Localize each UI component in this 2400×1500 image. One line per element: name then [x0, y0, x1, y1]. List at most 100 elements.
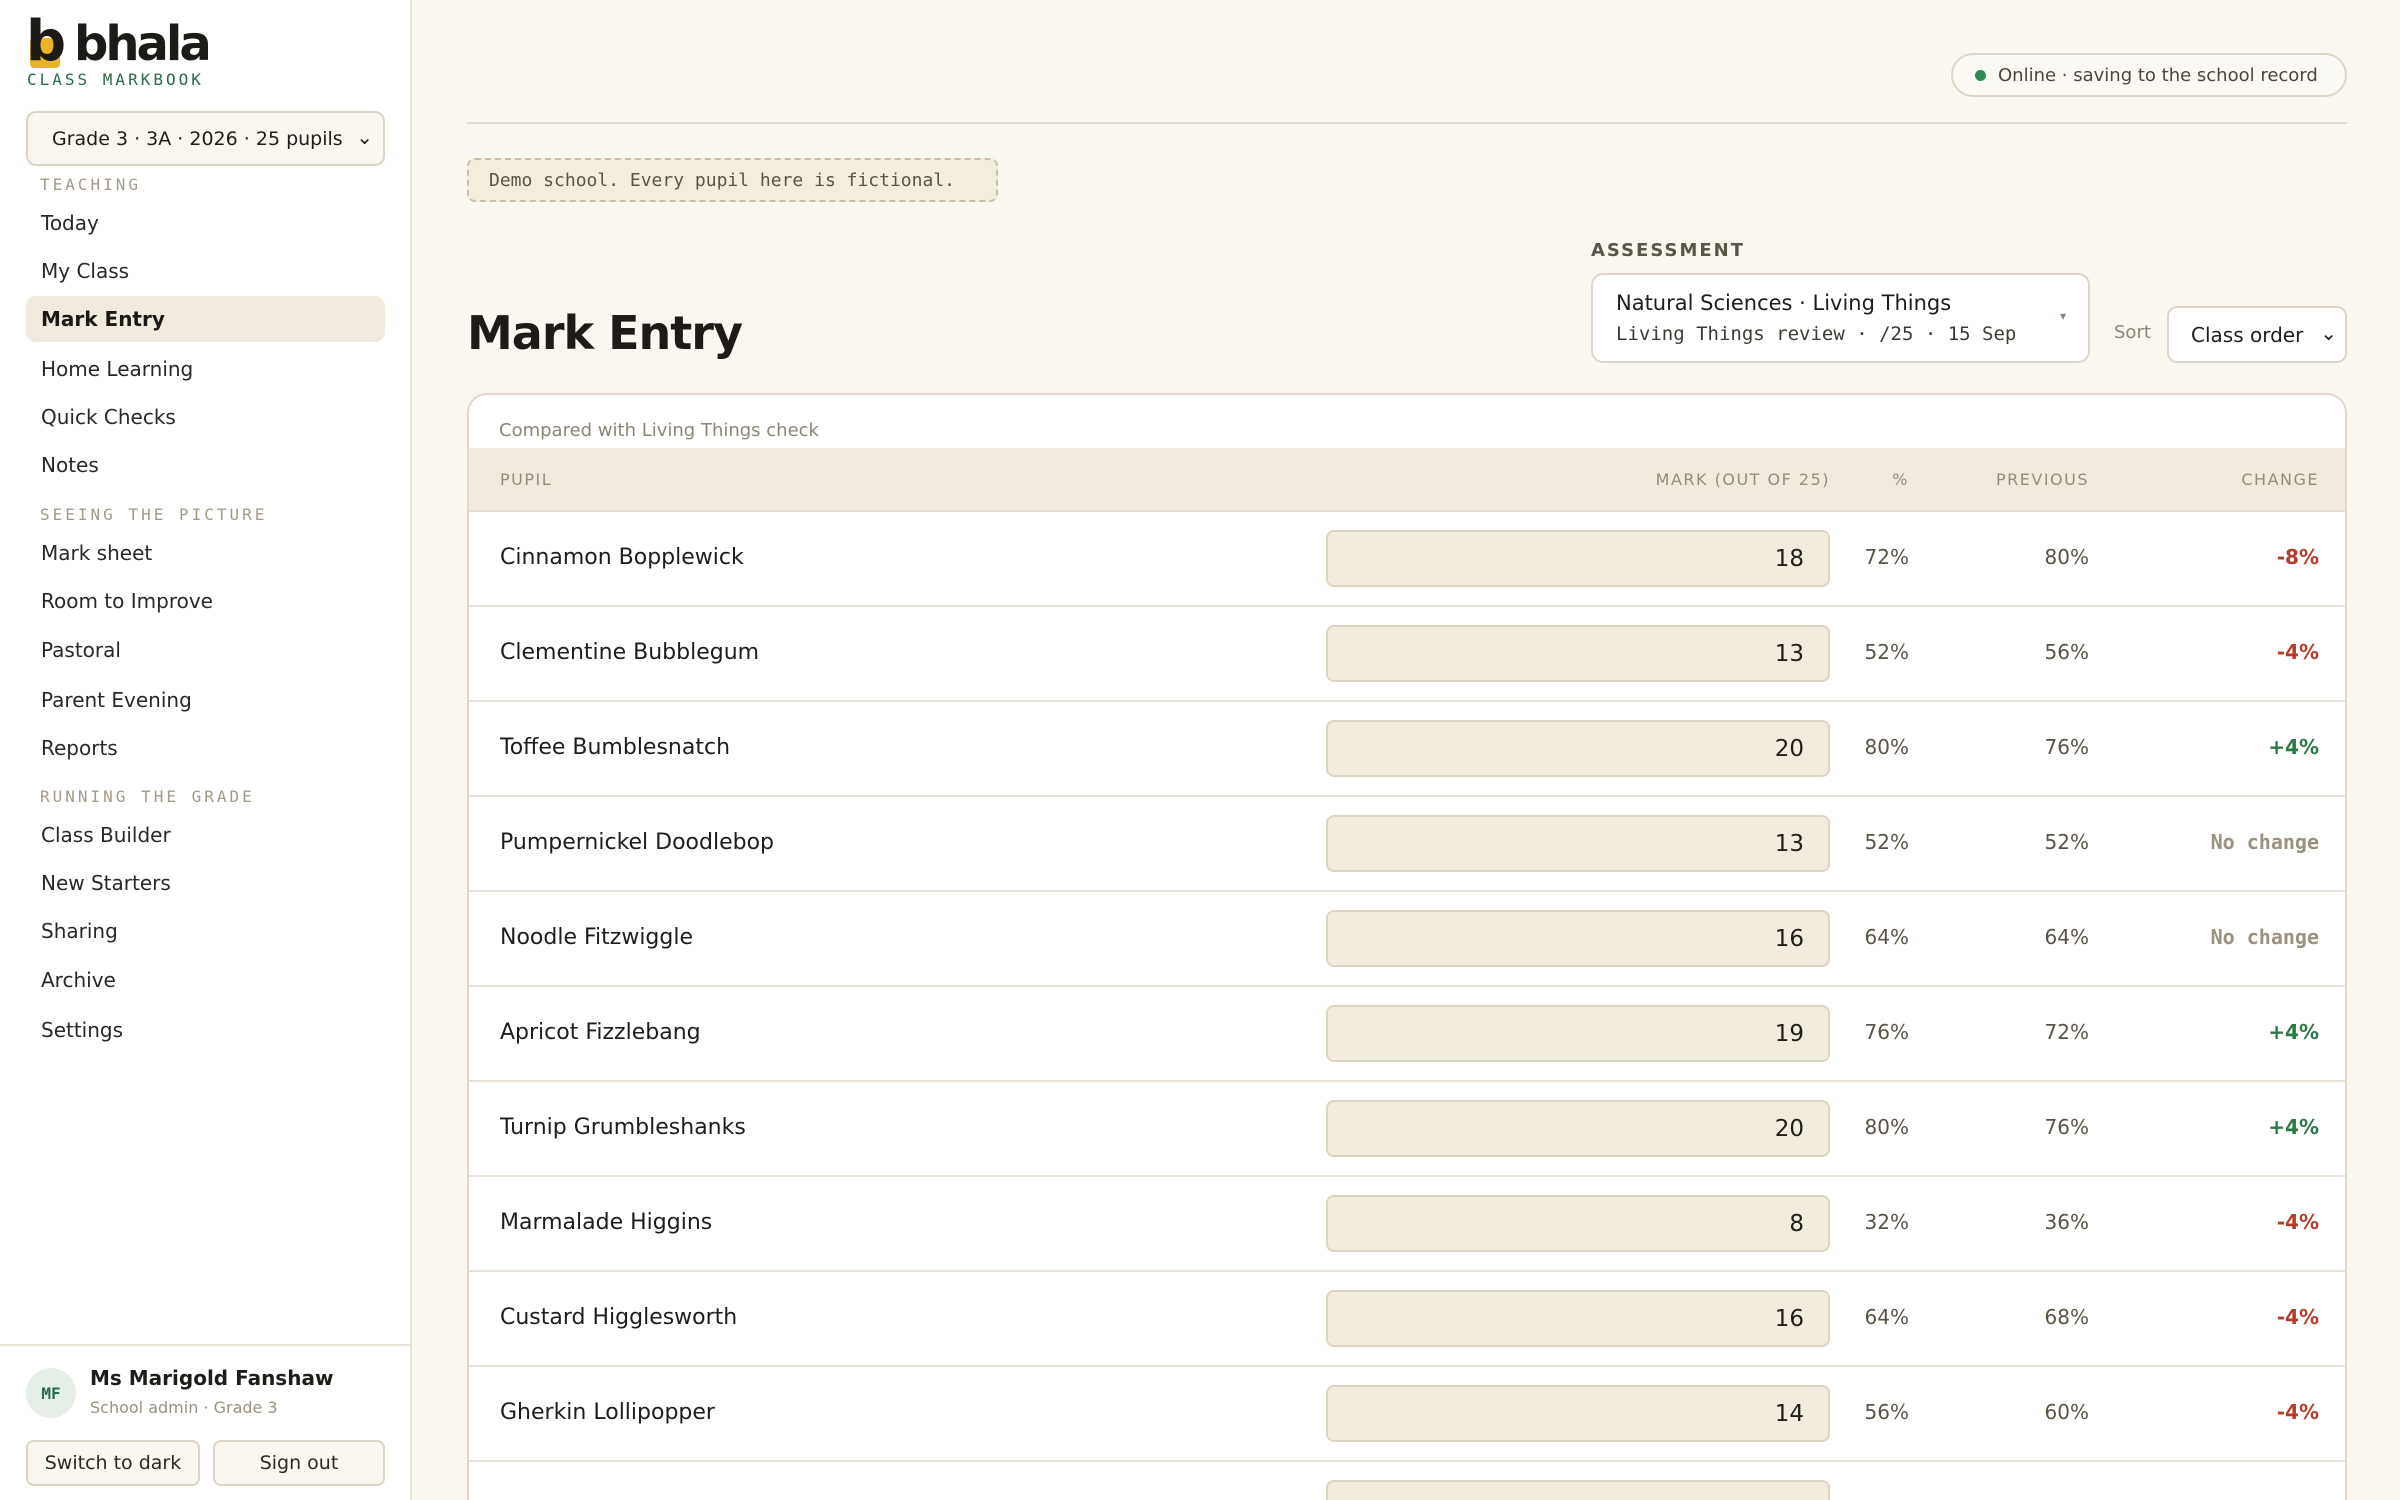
change-value: -4% — [2276, 640, 2319, 664]
header-mark: MARK (OUT OF 25) — [1655, 470, 1830, 489]
connection-status: Online · saving to the school record — [1951, 53, 2347, 97]
header-pct: % — [1892, 470, 1909, 489]
table-header: PUPIL MARK (OUT OF 25) % PREVIOUS CHANGE — [469, 448, 2345, 512]
sort-select[interactable]: Class order ⌄ — [2167, 306, 2347, 363]
class-select[interactable]: Grade 3 · 3A · 2026 · 25 pupils ⌄ — [26, 111, 385, 166]
change-value: -4% — [2276, 1210, 2319, 1234]
assessment-select[interactable]: Natural Sciences · Living Things Living … — [1591, 273, 2090, 363]
comparison-note: Compared with Living Things check — [499, 420, 819, 441]
pupil-name: Gherkin Lollipopper — [500, 1400, 715, 1425]
logo-mark-icon: b — [26, 9, 66, 74]
caret-down-icon: ▾ — [2059, 309, 2066, 323]
brand-subtitle: CLASS MARKBOOK — [27, 70, 204, 89]
mark-input[interactable]: 16 — [1326, 1290, 1830, 1347]
percent-value: 72% — [1864, 545, 1909, 569]
header-change: CHANGE — [2241, 470, 2319, 489]
percent-value: 56% — [1864, 1400, 1909, 1424]
table-row: Clementine Bubblegum 13 52% 56% -4% — [469, 607, 2345, 702]
percent-value: 52% — [1864, 830, 1909, 854]
change-value: +4% — [2268, 735, 2319, 759]
percent-value: 80% — [1864, 1115, 1909, 1139]
sidebar-item-home-learning[interactable]: Home Learning — [26, 346, 385, 392]
brand-logo[interactable]: b bhala — [26, 9, 212, 74]
sidebar-item-room-to-improve[interactable]: Room to Improve — [26, 578, 385, 624]
previous-value: 68% — [2044, 1305, 2089, 1329]
table-row: Custard Higglesworth 16 64% 68% -4% — [469, 1272, 2345, 1367]
sidebar-item-today[interactable]: Today — [26, 200, 385, 246]
table-row: Marmalade Higgins 8 32% 36% -4% — [469, 1177, 2345, 1272]
table-row: Toffee Bumblesnatch 20 80% 76% +4% — [469, 702, 2345, 797]
sidebar-item-notes[interactable]: Notes — [26, 442, 385, 488]
mark-input[interactable]: 13 — [1326, 815, 1830, 872]
mark-input[interactable]: 16 — [1326, 910, 1830, 967]
sidebar-item-quick-checks[interactable]: Quick Checks — [26, 394, 385, 440]
class-select-value: Grade 3 · 3A · 2026 · 25 pupils — [52, 127, 343, 150]
sidebar-item-settings[interactable]: Settings — [26, 1007, 385, 1053]
table-row: Gherkin Lollipopper 14 56% 60% -4% — [469, 1367, 2345, 1462]
pupil-name: Marmalade Higgins — [500, 1210, 713, 1235]
previous-value: 72% — [2044, 1020, 2089, 1044]
mark-input[interactable]: 18 — [1326, 530, 1830, 587]
percent-value: 52% — [1864, 640, 1909, 664]
assessment-label: ASSESSMENT — [1591, 240, 1746, 261]
sign-out-button[interactable]: Sign out — [213, 1440, 385, 1486]
change-value: +4% — [2268, 1115, 2319, 1139]
mark-input[interactable]: 13 — [1326, 625, 1830, 682]
change-value: -4% — [2276, 1400, 2319, 1424]
mark-input[interactable] — [1326, 1480, 1830, 1500]
pupil-name: Clementine Bubblegum — [500, 640, 760, 665]
status-text: Online · saving to the school record — [1998, 64, 2318, 86]
avatar[interactable]: MF — [26, 1368, 76, 1418]
sidebar: b bhala CLASS MARKBOOK Grade 3 · 3A · 20… — [0, 0, 412, 1500]
nav-section-title: SEEING THE PICTURE — [40, 505, 268, 524]
table-row: Pumpernickel Doodlebop 13 52% 52% No change — [469, 797, 2345, 892]
table-row: Cinnamon Bopplewick 18 72% 80% -8% — [469, 512, 2345, 607]
table-row: Apricot Fizzlebang 19 76% 72% +4% — [469, 987, 2345, 1082]
sidebar-item-archive[interactable]: Archive — [26, 957, 385, 1003]
pupil-name: Cinnamon Bopplewick — [500, 545, 744, 570]
pupil-name: Turnip Grumbleshanks — [500, 1115, 746, 1140]
table-row: Turnip Grumbleshanks 20 80% 76% +4% — [469, 1082, 2345, 1177]
table-row — [469, 1462, 2345, 1500]
status-dot-icon — [1975, 69, 1986, 81]
sidebar-item-class-builder[interactable]: Class Builder — [26, 812, 385, 858]
sidebar-item-my-class[interactable]: My Class — [26, 248, 385, 294]
header-divider — [467, 122, 2347, 124]
mark-input[interactable]: 14 — [1326, 1385, 1830, 1442]
assessment-title: Natural Sciences · Living Things — [1616, 291, 1952, 315]
sidebar-item-sharing[interactable]: Sharing — [26, 908, 385, 954]
mark-input[interactable]: 20 — [1326, 1100, 1830, 1157]
previous-value: 52% — [2044, 830, 2089, 854]
sidebar-item-reports[interactable]: Reports — [26, 725, 385, 771]
change-value: No change — [2210, 830, 2319, 854]
header-previous: PREVIOUS — [1996, 470, 2089, 489]
user-role: School admin · Grade 3 — [90, 1398, 278, 1417]
mark-input[interactable]: 8 — [1326, 1195, 1830, 1252]
mark-input[interactable]: 20 — [1326, 720, 1830, 777]
percent-value: 76% — [1864, 1020, 1909, 1044]
sidebar-item-pastoral[interactable]: Pastoral — [26, 627, 385, 673]
chevron-down-icon: ⌄ — [356, 125, 373, 149]
page-title: Mark Entry — [467, 306, 743, 360]
table-row: Noodle Fitzwiggle 16 64% 64% No change — [469, 892, 2345, 987]
assessment-subtitle: Living Things review · /25 · 15 Sep — [1616, 323, 2017, 345]
previous-value: 80% — [2044, 545, 2089, 569]
sort-select-value: Class order — [2191, 322, 2304, 347]
nav-section-title: RUNNING THE GRADE — [40, 787, 255, 806]
sidebar-item-parent-evening[interactable]: Parent Evening — [26, 677, 385, 723]
chevron-down-icon: ⌄ — [2320, 321, 2337, 345]
previous-value: 76% — [2044, 735, 2089, 759]
mark-input[interactable]: 19 — [1326, 1005, 1830, 1062]
sidebar-item-mark-sheet[interactable]: Mark sheet — [26, 530, 385, 576]
previous-value: 36% — [2044, 1210, 2089, 1234]
mark-entry-table: Compared with Living Things check PUPIL … — [467, 393, 2347, 1500]
sidebar-item-mark-entry[interactable]: Mark Entry — [26, 296, 385, 342]
sidebar-item-new-starters[interactable]: New Starters — [26, 860, 385, 906]
pupil-name: Apricot Fizzlebang — [500, 1020, 701, 1045]
demo-notice: Demo school. Every pupil here is fiction… — [467, 158, 998, 202]
previous-value: 60% — [2044, 1400, 2089, 1424]
nav-section-title: TEACHING — [40, 175, 142, 194]
change-value: No change — [2210, 925, 2319, 949]
switch-theme-button[interactable]: Switch to dark — [26, 1440, 200, 1486]
previous-value: 76% — [2044, 1115, 2089, 1139]
